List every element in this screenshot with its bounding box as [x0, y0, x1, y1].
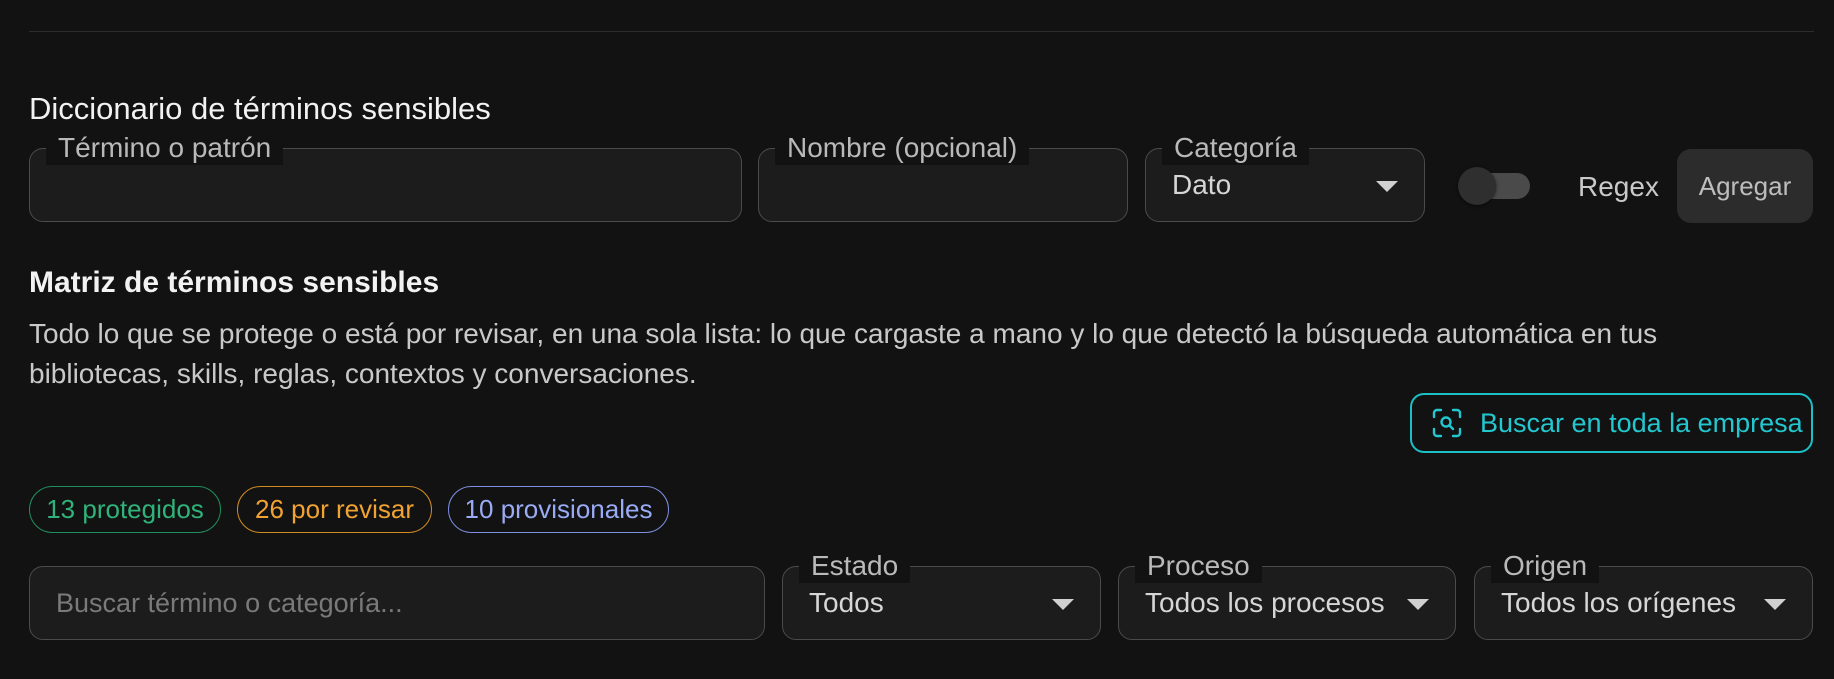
regex-label: Regex — [1578, 171, 1659, 202]
category-value: Dato — [1172, 169, 1232, 200]
company-scan-label: Buscar en toda la empresa — [1480, 407, 1803, 438]
chevron-down-icon — [1376, 181, 1398, 192]
term-pattern-field[interactable]: Término o patrón — [29, 131, 742, 222]
review-count-chip[interactable]: 26 por revisar — [237, 486, 432, 533]
status-filter-legend: Estado — [799, 549, 911, 583]
term-pattern-legend: Término o patrón — [46, 131, 284, 165]
name-optional-field[interactable]: Nombre (opcional) — [758, 131, 1128, 222]
process-filter-legend: Proceso — [1135, 549, 1262, 583]
origin-filter-select[interactable]: Origen Todos los orígenes — [1474, 549, 1813, 640]
origin-filter-value: Todos los orígenes — [1501, 587, 1737, 618]
search-input[interactable]: Buscar término o categoría... — [29, 566, 765, 640]
regex-toggle[interactable] — [1458, 167, 1534, 205]
matrix-description: Todo lo que se protege o está por revisa… — [29, 318, 1658, 389]
regex-toggle-knob — [1458, 167, 1496, 205]
provisional-count-chip[interactable]: 10 provisionales — [448, 486, 669, 533]
process-filter-value: Todos los procesos — [1145, 587, 1385, 618]
top-divider — [29, 31, 1814, 32]
company-scan-button[interactable]: Buscar en toda la empresa — [1410, 393, 1813, 453]
add-term-button[interactable]: Agregar — [1677, 149, 1813, 223]
sensitive-terms-settings: Diccionario de términos sensibles Términ… — [0, 0, 1834, 679]
protected-count-chip[interactable]: 13 protegidos — [29, 486, 221, 533]
category-select[interactable]: Categoría Dato — [1145, 131, 1425, 222]
dictionary-title: Diccionario de términos sensibles — [29, 91, 491, 126]
chevron-down-icon — [1407, 599, 1429, 610]
status-filter-value: Todos — [809, 587, 884, 618]
scan-search-icon — [1432, 408, 1462, 438]
category-legend: Categoría — [1162, 131, 1309, 165]
search-placeholder: Buscar término o categoría... — [56, 588, 403, 618]
origin-filter-legend: Origen — [1491, 549, 1600, 583]
chevron-down-icon — [1764, 599, 1786, 610]
status-filter-select[interactable]: Estado Todos — [782, 549, 1101, 640]
chevron-down-icon — [1052, 599, 1074, 610]
matrix-title: Matriz de términos sensibles — [29, 266, 440, 299]
name-optional-legend: Nombre (opcional) — [775, 131, 1030, 165]
process-filter-select[interactable]: Proceso Todos los procesos — [1118, 549, 1456, 640]
